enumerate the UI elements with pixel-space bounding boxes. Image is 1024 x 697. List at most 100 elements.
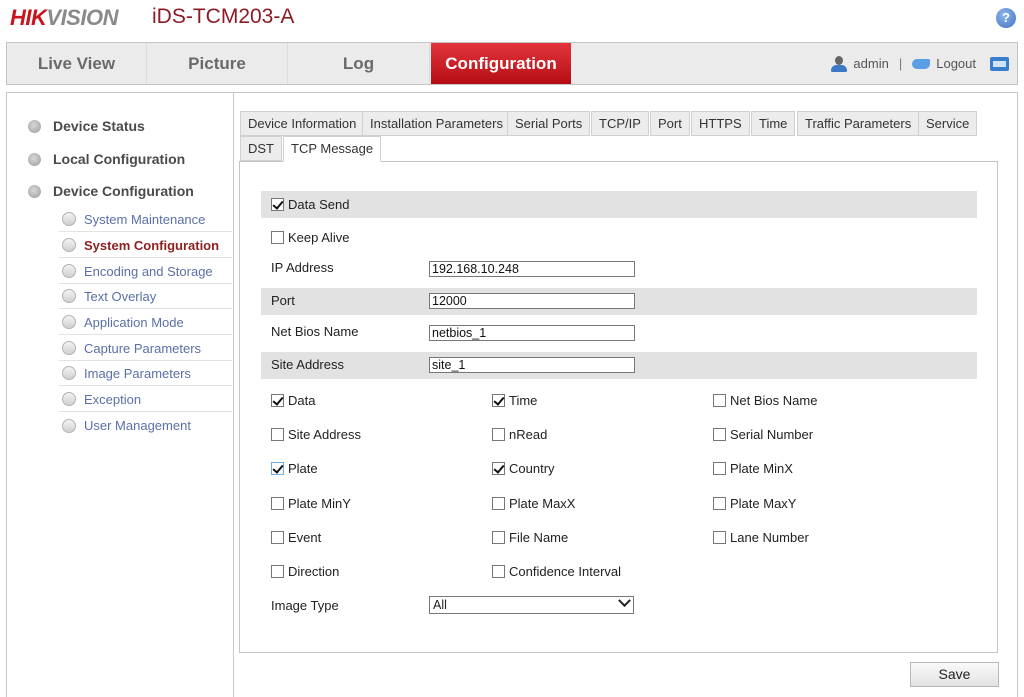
checkbox-label: Confidence Interval <box>509 563 622 579</box>
checkbox-icon[interactable] <box>492 496 505 510</box>
sidebar-item-label: User Management <box>84 418 191 433</box>
sidebar-item-label: Exception <box>84 391 142 407</box>
bullet-icon <box>62 238 76 252</box>
sidebar-item-system-configuration[interactable]: System Configuration <box>59 233 232 258</box>
sidebar-item-encoding-and-storage[interactable]: Encoding and Storage <box>59 259 232 284</box>
ip-address-label: IP Address <box>271 260 334 275</box>
field-file-name-checkbox[interactable]: File Name <box>492 528 568 546</box>
gear-icon <box>28 184 41 198</box>
image-type-select[interactable]: All <box>429 594 634 614</box>
field-net-bios-name-checkbox[interactable]: Net Bios Name <box>713 391 817 409</box>
port-input[interactable]: 12000 <box>429 293 635 309</box>
data-send-checkbox[interactable]: Data Send <box>271 195 349 213</box>
sidebar-item-label: System Configuration <box>84 237 220 253</box>
checkbox-icon[interactable] <box>713 427 726 441</box>
image-type-value: All <box>433 598 447 612</box>
checkbox-icon[interactable] <box>271 530 284 544</box>
sidebar-item-system-maintenance[interactable]: System Maintenance <box>59 207 232 232</box>
bullet-icon <box>62 392 76 406</box>
checkbox-icon[interactable] <box>713 530 726 544</box>
sidebar-item-image-parameters[interactable]: Image Parameters <box>59 361 232 386</box>
device-model: iDS-TCM203-A <box>152 5 295 28</box>
checkbox-label: nRead <box>509 426 548 442</box>
subtab-service[interactable]: Service <box>918 111 978 136</box>
sidebar-divider <box>233 92 234 697</box>
checkbox-label: Net Bios Name <box>730 392 818 408</box>
save-button[interactable]: Save <box>910 662 999 687</box>
field-plate-checkbox[interactable]: Plate <box>271 459 318 477</box>
checkbox-icon[interactable] <box>271 461 284 475</box>
logout-link[interactable]: Logout <box>936 43 976 84</box>
field-lane-number-checkbox[interactable]: Lane Number <box>713 528 809 546</box>
checkbox-icon[interactable] <box>271 427 284 441</box>
field-plate-maxy-checkbox[interactable]: Plate MaxY <box>713 494 796 512</box>
sidebar-item-label: Image Parameters <box>84 365 191 381</box>
field-event-checkbox[interactable]: Event <box>271 528 321 546</box>
separator: | <box>898 56 903 71</box>
bullet-icon <box>62 289 76 303</box>
checkbox-label: Plate MaxY <box>730 495 797 511</box>
checkbox-icon[interactable] <box>271 197 284 211</box>
tab-live-view[interactable]: Live View <box>7 43 147 84</box>
site-address-input[interactable]: site_1 <box>429 357 635 373</box>
sidebar-item-user-management[interactable]: User Management <box>59 413 232 438</box>
checkbox-label: Event <box>288 529 322 545</box>
subtab-tcp-message[interactable]: TCP Message <box>283 136 382 162</box>
sidebar-item-exception[interactable]: Exception <box>59 387 232 412</box>
net-bios-name-input[interactable]: netbios_1 <box>429 325 635 341</box>
checkbox-icon[interactable] <box>713 496 726 510</box>
help-icon[interactable]: ? <box>996 8 1016 28</box>
sidebar-item-text-overlay[interactable]: Text Overlay <box>59 284 232 309</box>
field-time-checkbox[interactable]: Time <box>492 391 537 409</box>
sidebar-item-capture-parameters[interactable]: Capture Parameters <box>59 336 232 361</box>
checkbox-icon[interactable] <box>492 564 505 578</box>
field-confidence-interval-checkbox[interactable]: Confidence Interval <box>492 562 621 580</box>
hikvision-logo: HIKVISION <box>10 5 118 31</box>
field-plate-maxx-checkbox[interactable]: Plate MaxX <box>492 494 575 512</box>
field-serial-number-checkbox[interactable]: Serial Number <box>713 425 813 443</box>
subtab-https[interactable]: HTTPS <box>691 111 750 136</box>
sidebar-item-device-status[interactable]: Device Status <box>28 116 145 136</box>
subtab-device-information[interactable]: Device Information <box>240 111 365 136</box>
checkbox-icon[interactable] <box>271 230 284 244</box>
checkbox-icon[interactable] <box>492 393 505 407</box>
subtab-traffic-parameters[interactable]: Traffic Parameters <box>797 111 920 136</box>
checkbox-label: Plate <box>288 460 318 476</box>
field-plate-minx-checkbox[interactable]: Plate MinX <box>713 459 793 477</box>
row-background <box>261 191 977 218</box>
checkbox-icon[interactable] <box>492 461 505 475</box>
field-country-checkbox[interactable]: Country <box>492 459 555 477</box>
subtab-serial-ports[interactable]: Serial Ports <box>507 111 591 136</box>
net-bios-name-label: Net Bios Name <box>271 324 359 339</box>
subtab-port[interactable]: Port <box>650 111 690 136</box>
sidebar-item-label: Text Overlay <box>84 288 157 304</box>
keep-alive-checkbox[interactable]: Keep Alive <box>271 228 349 246</box>
ip-address-input[interactable]: 192.168.10.248 <box>429 261 635 277</box>
field-nread-checkbox[interactable]: nRead <box>492 425 547 443</box>
checkbox-icon[interactable] <box>492 530 505 544</box>
field-plate-miny-checkbox[interactable]: Plate MinY <box>271 494 351 512</box>
checkbox-icon[interactable] <box>492 427 505 441</box>
subtab-dst[interactable]: DST <box>240 136 282 161</box>
logout-icon[interactable] <box>912 58 931 69</box>
tab-configuration[interactable]: Configuration <box>431 43 571 84</box>
subtab-installation-parameters[interactable]: Installation Parameters <box>362 111 511 136</box>
tab-log[interactable]: Log <box>288 43 430 84</box>
logo-part-vision: VISION <box>46 5 118 30</box>
subtab-tcp-ip[interactable]: TCP/IP <box>591 111 649 136</box>
field-direction-checkbox[interactable]: Direction <box>271 562 339 580</box>
checkbox-icon[interactable] <box>713 393 726 407</box>
tab-picture[interactable]: Picture <box>147 43 288 84</box>
checkbox-icon[interactable] <box>713 461 726 475</box>
checkbox-icon[interactable] <box>271 496 284 510</box>
subtab-time[interactable]: Time <box>751 111 796 136</box>
sidebar-item-local-configuration[interactable]: Local Configuration <box>28 149 185 169</box>
checkbox-icon[interactable] <box>271 393 284 407</box>
checkbox-label: Plate MinX <box>730 460 793 476</box>
sidebar-item-application-mode[interactable]: Application Mode <box>59 310 232 335</box>
local-settings-icon[interactable] <box>990 56 1009 71</box>
field-site-address-checkbox[interactable]: Site Address <box>271 425 361 443</box>
sidebar-item-device-configuration[interactable]: Device Configuration <box>28 181 194 201</box>
checkbox-icon[interactable] <box>271 564 284 578</box>
field-data-checkbox[interactable]: Data <box>271 391 315 409</box>
